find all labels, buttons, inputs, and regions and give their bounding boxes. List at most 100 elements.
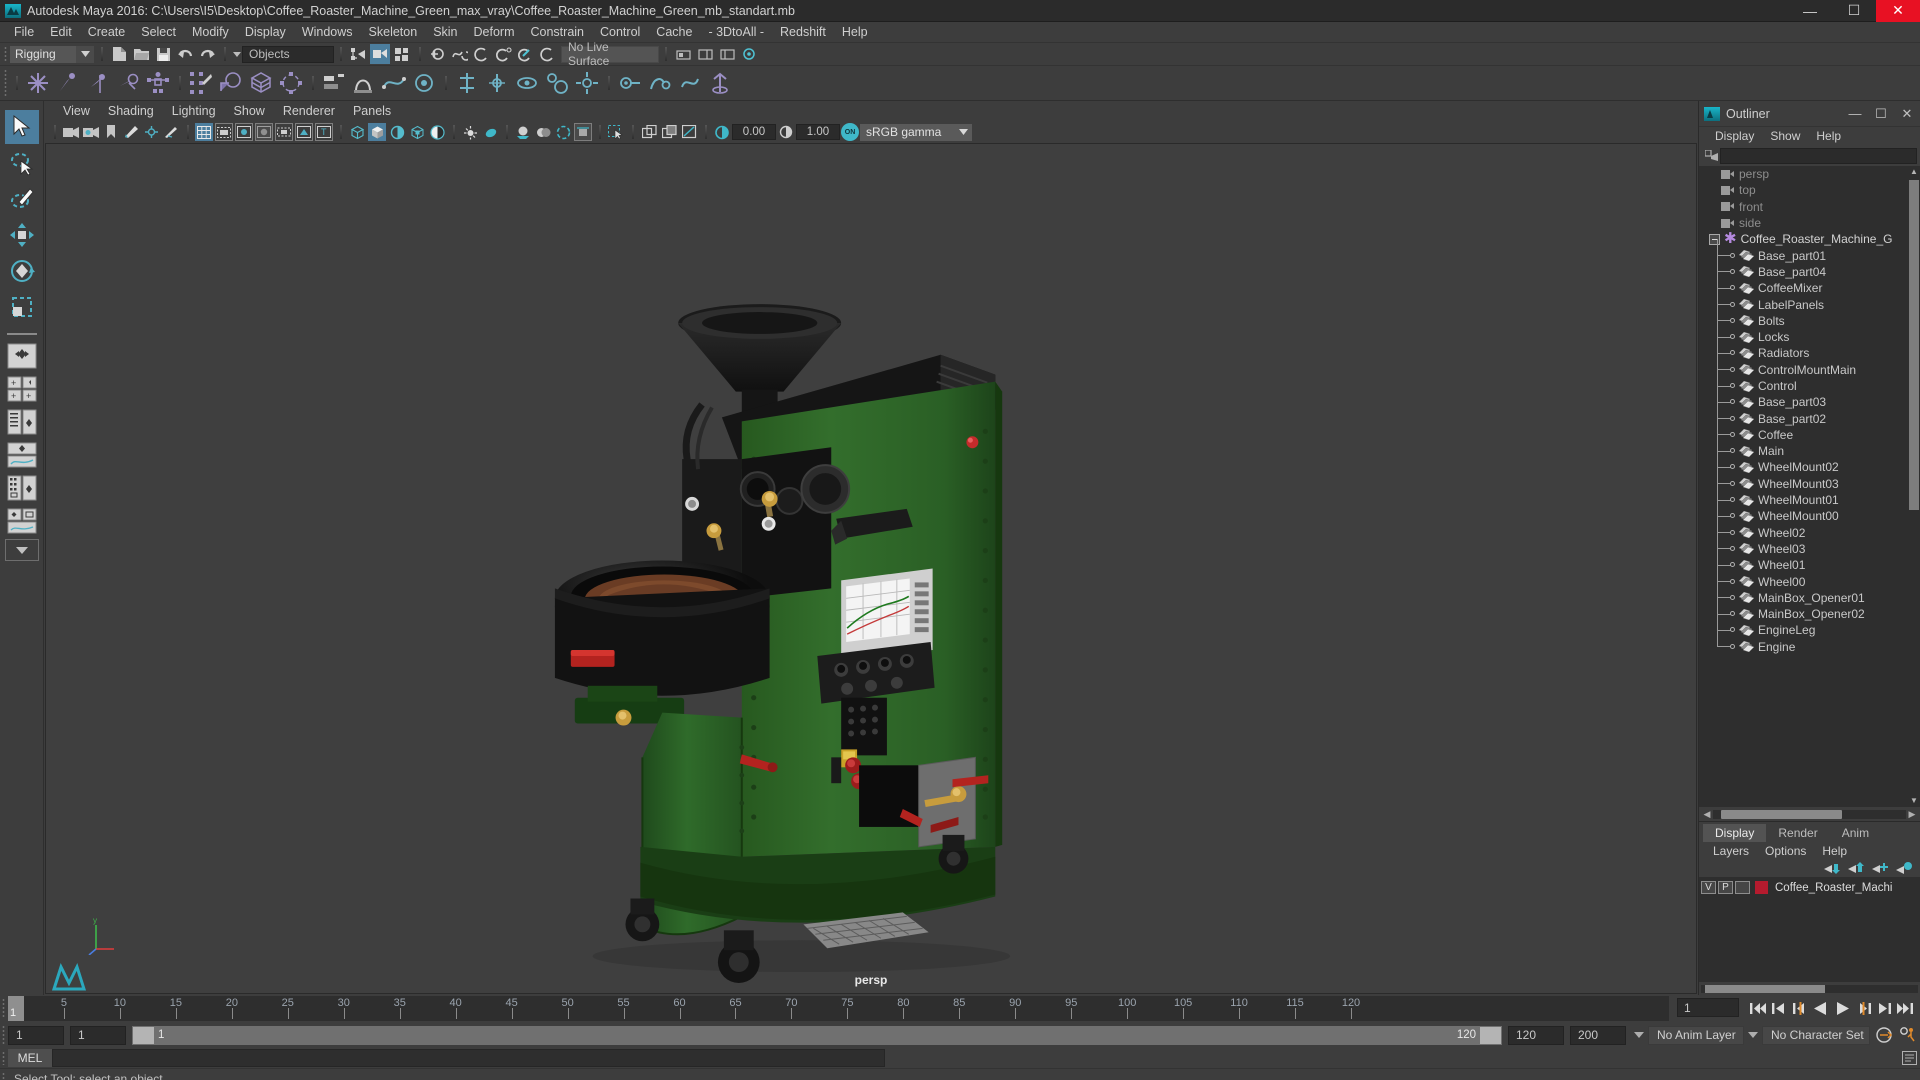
anim-layer-select[interactable]: No Anim Layer bbox=[1648, 1025, 1744, 1045]
outliner-item-row[interactable]: EngineLeg bbox=[1699, 613, 1920, 648]
bookmark-icon[interactable] bbox=[102, 123, 120, 141]
outliner-item-row[interactable]: Radiators bbox=[1699, 336, 1920, 371]
outliner-item-row[interactable]: Main bbox=[1699, 434, 1920, 469]
make-live-icon[interactable] bbox=[537, 44, 557, 64]
move-tool-icon[interactable] bbox=[5, 218, 39, 252]
outliner-item-row[interactable]: WheelMount03 bbox=[1699, 466, 1920, 501]
layout-single-pane-icon[interactable] bbox=[4, 341, 40, 371]
isolate-select-icon[interactable] bbox=[607, 123, 625, 141]
create-character-icon[interactable] bbox=[143, 68, 173, 98]
move-layer-up-icon[interactable] bbox=[1824, 862, 1840, 875]
viewport-menu-show[interactable]: Show bbox=[225, 101, 274, 121]
menu-item-help[interactable]: Help bbox=[834, 22, 876, 43]
outliner-item-row[interactable]: Base_part04 bbox=[1699, 254, 1920, 289]
outliner-filter-icon[interactable] bbox=[1702, 150, 1720, 162]
redo-icon[interactable] bbox=[197, 44, 217, 64]
minimize-button[interactable]: — bbox=[1788, 0, 1832, 22]
snap-to-projected-icon[interactable] bbox=[493, 44, 513, 64]
script-editor-icon[interactable] bbox=[1898, 1051, 1920, 1065]
range-slider-bar[interactable]: 1 120 bbox=[132, 1025, 1502, 1045]
step-back-frame-icon[interactable] bbox=[1791, 999, 1809, 1018]
resolution-gate-icon[interactable] bbox=[235, 123, 253, 141]
smooth-shading-icon[interactable] bbox=[368, 123, 386, 141]
joint-tool-icon[interactable] bbox=[23, 68, 53, 98]
gamma-icon[interactable] bbox=[777, 123, 795, 141]
outliner-item-row[interactable]: Wheel02 bbox=[1699, 515, 1920, 550]
menu-item-modify[interactable]: Modify bbox=[184, 22, 237, 43]
component-mode-icon[interactable] bbox=[392, 44, 412, 64]
ik-handle-tool-icon[interactable] bbox=[53, 68, 83, 98]
new-layer-from-selected-icon[interactable] bbox=[1896, 862, 1912, 875]
color-management-toggle[interactable]: ON bbox=[841, 123, 859, 141]
outliner-item-row[interactable]: WheelMount00 bbox=[1699, 499, 1920, 534]
outliner-maximize-button[interactable]: ☐ bbox=[1868, 101, 1894, 127]
layout-persp-graph-icon[interactable] bbox=[4, 440, 40, 470]
playblast-icon[interactable] bbox=[660, 123, 678, 141]
outliner-item-row[interactable]: Base_part03 bbox=[1699, 385, 1920, 420]
scroll-left-icon[interactable]: ◀ bbox=[1701, 809, 1713, 820]
viewport-menu-renderer[interactable]: Renderer bbox=[274, 101, 344, 121]
menu-item-3dtoall[interactable]: - 3DtoAll - bbox=[700, 22, 772, 43]
toolbox-grip[interactable] bbox=[7, 103, 37, 110]
show-channel-box-icon[interactable] bbox=[739, 44, 759, 64]
show-attribute-editor-icon[interactable] bbox=[695, 44, 715, 64]
new-scene-icon[interactable] bbox=[109, 44, 129, 64]
wire-tool-icon[interactable] bbox=[379, 68, 409, 98]
auto-keyframe-icon[interactable] bbox=[1872, 1027, 1896, 1043]
outliner-item-row[interactable]: ControlMountMain bbox=[1699, 352, 1920, 387]
ik-spline-handle-icon[interactable] bbox=[83, 68, 113, 98]
go-to-start-icon[interactable] bbox=[1749, 999, 1767, 1018]
outliner-hscroll-thumb[interactable] bbox=[1720, 809, 1843, 819]
menu-item-select[interactable]: Select bbox=[133, 22, 184, 43]
step-forward-key-icon[interactable] bbox=[1875, 999, 1893, 1018]
command-input[interactable] bbox=[52, 1049, 885, 1067]
deformer-falloff-icon[interactable] bbox=[705, 68, 735, 98]
twopoint-perspective-icon[interactable] bbox=[142, 123, 160, 141]
menu-item-edit[interactable]: Edit bbox=[42, 22, 80, 43]
live-surface-field[interactable]: No Live Surface bbox=[561, 40, 659, 68]
layer-list[interactable]: V P Coffee_Roaster_Machi bbox=[1699, 877, 1920, 982]
maximize-button[interactable]: ☐ bbox=[1832, 0, 1876, 22]
range-slider-grip[interactable] bbox=[0, 1022, 8, 1048]
outliner-camera-row[interactable]: front bbox=[1699, 199, 1920, 215]
snap-to-point-icon[interactable] bbox=[471, 44, 491, 64]
script-language-button[interactable]: MEL bbox=[8, 1049, 52, 1067]
menu-item-file[interactable]: File bbox=[6, 22, 42, 43]
grid-toggle-icon[interactable] bbox=[195, 123, 213, 141]
render-region-icon[interactable] bbox=[680, 123, 698, 141]
text-overlay-icon[interactable]: T bbox=[315, 123, 333, 141]
go-to-end-icon[interactable] bbox=[1896, 999, 1914, 1018]
pose-library-icon[interactable] bbox=[675, 68, 705, 98]
paint-skin-weights-icon[interactable] bbox=[186, 68, 216, 98]
outliner-item-row[interactable]: Coffee bbox=[1699, 417, 1920, 452]
character-set-chevron-icon[interactable] bbox=[1746, 1026, 1759, 1045]
viewport-menu-view[interactable]: View bbox=[54, 101, 99, 121]
exposure-icon[interactable] bbox=[713, 123, 731, 141]
object-mode-icon[interactable] bbox=[370, 44, 390, 64]
animation-preferences-icon[interactable] bbox=[1896, 1027, 1920, 1043]
texture-shading-icon[interactable] bbox=[408, 123, 426, 141]
outliner-item-row[interactable]: WheelMount01 bbox=[1699, 483, 1920, 518]
menu-item-display[interactable]: Display bbox=[237, 22, 294, 43]
anim-layer-chevron-icon[interactable] bbox=[1632, 1026, 1645, 1045]
constrain-parent-icon[interactable] bbox=[452, 68, 482, 98]
layout-two-pane-icon[interactable]: + + + bbox=[4, 374, 40, 404]
constrain-aim-icon[interactable] bbox=[572, 68, 602, 98]
layer-menu-options[interactable]: Options bbox=[1757, 842, 1814, 860]
snap-to-curve-icon[interactable] bbox=[449, 44, 469, 64]
layer-color-swatch[interactable] bbox=[1755, 881, 1768, 894]
outliner-camera-row[interactable]: top bbox=[1699, 182, 1920, 198]
current-time-indicator[interactable]: 1 bbox=[8, 996, 24, 1021]
selection-mask-chevron-icon[interactable] bbox=[231, 51, 242, 57]
step-forward-frame-icon[interactable] bbox=[1854, 999, 1872, 1018]
nonlinear-bend-icon[interactable] bbox=[349, 68, 379, 98]
snap-to-grid-icon[interactable] bbox=[427, 44, 447, 64]
outliner-item-row[interactable]: Base_part02 bbox=[1699, 401, 1920, 436]
outliner-menu-show[interactable]: Show bbox=[1762, 127, 1808, 146]
scroll-up-icon[interactable]: ▲ bbox=[1908, 166, 1920, 178]
outliner-camera-row[interactable]: persp bbox=[1699, 166, 1920, 182]
motion-blur-icon[interactable] bbox=[574, 123, 592, 141]
time-slider-grip[interactable] bbox=[0, 995, 8, 1022]
scale-tool-icon[interactable] bbox=[5, 290, 39, 324]
outliner-minimize-button[interactable]: — bbox=[1842, 101, 1868, 127]
